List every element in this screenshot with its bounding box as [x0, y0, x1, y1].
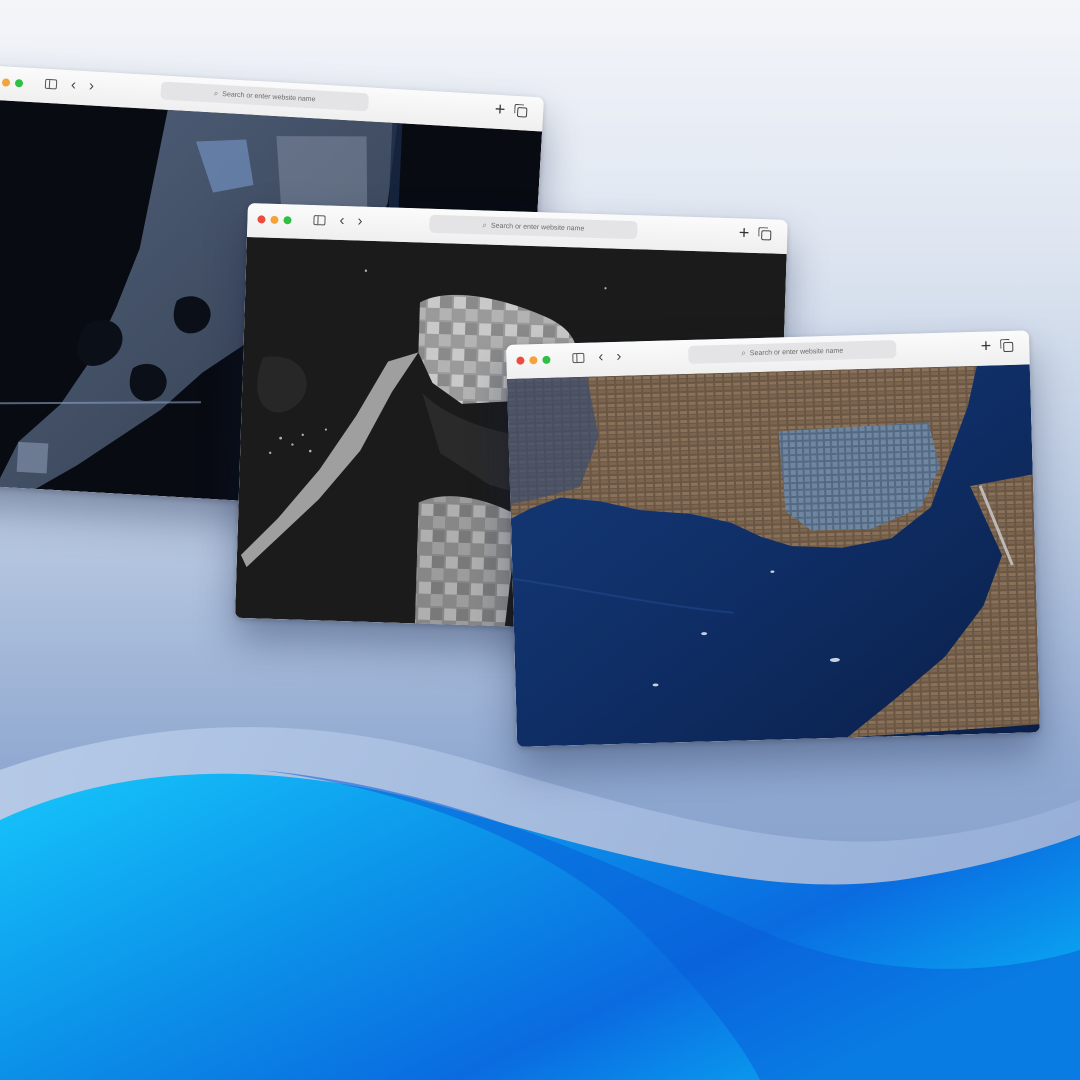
new-tab-button[interactable]: +: [980, 334, 991, 356]
new-tab-button[interactable]: +: [738, 221, 749, 243]
magnifier-icon: ⌕: [213, 88, 219, 98]
sidebar-icon[interactable]: [572, 352, 585, 364]
chevron-right-icon[interactable]: ›: [616, 347, 622, 367]
tabs-overview-icon[interactable]: [516, 107, 528, 118]
tabs-overview-icon[interactable]: [1003, 341, 1014, 353]
close-window-icon[interactable]: [257, 215, 266, 224]
address-placeholder: Search or enter website name: [749, 347, 844, 357]
traffic-lights: [257, 215, 292, 225]
chevron-right-icon[interactable]: ›: [357, 211, 363, 231]
chevron-left-icon[interactable]: ‹: [70, 75, 77, 95]
chevron-right-icon[interactable]: ›: [88, 76, 94, 96]
new-tab-button[interactable]: +: [494, 98, 506, 121]
zoom-window-icon[interactable]: [14, 79, 24, 88]
sidebar-icon[interactable]: [44, 78, 58, 90]
minimize-window-icon[interactable]: [1, 78, 11, 87]
address-bar[interactable]: ⌕ Search or enter website name: [429, 214, 638, 240]
traffic-lights: [0, 78, 24, 88]
chevron-left-icon[interactable]: ‹: [598, 347, 604, 367]
sidebar-icon[interactable]: [313, 215, 326, 226]
satellite-image-harbor-city: [506, 364, 1041, 747]
browser-window-harbor-city: ‹ › ⌕ Search or enter website name +: [506, 330, 1041, 747]
traffic-lights: [516, 355, 551, 365]
address-bar[interactable]: ⌕ Search or enter website name: [160, 81, 370, 112]
magnifier-icon: ⌕: [741, 348, 746, 358]
zoom-window-icon[interactable]: [542, 355, 551, 364]
address-bar[interactable]: ⌕ Search or enter website name: [688, 340, 897, 364]
address-placeholder: Search or enter website name: [490, 222, 585, 233]
tabs-overview-icon[interactable]: [761, 230, 772, 241]
chevron-left-icon[interactable]: ‹: [339, 211, 345, 231]
minimize-window-icon[interactable]: [529, 356, 538, 365]
close-window-icon[interactable]: [516, 356, 525, 365]
address-placeholder: Search or enter website name: [222, 90, 316, 103]
minimize-window-icon[interactable]: [270, 215, 279, 224]
zoom-window-icon[interactable]: [283, 216, 292, 225]
magnifier-icon: ⌕: [482, 220, 488, 230]
